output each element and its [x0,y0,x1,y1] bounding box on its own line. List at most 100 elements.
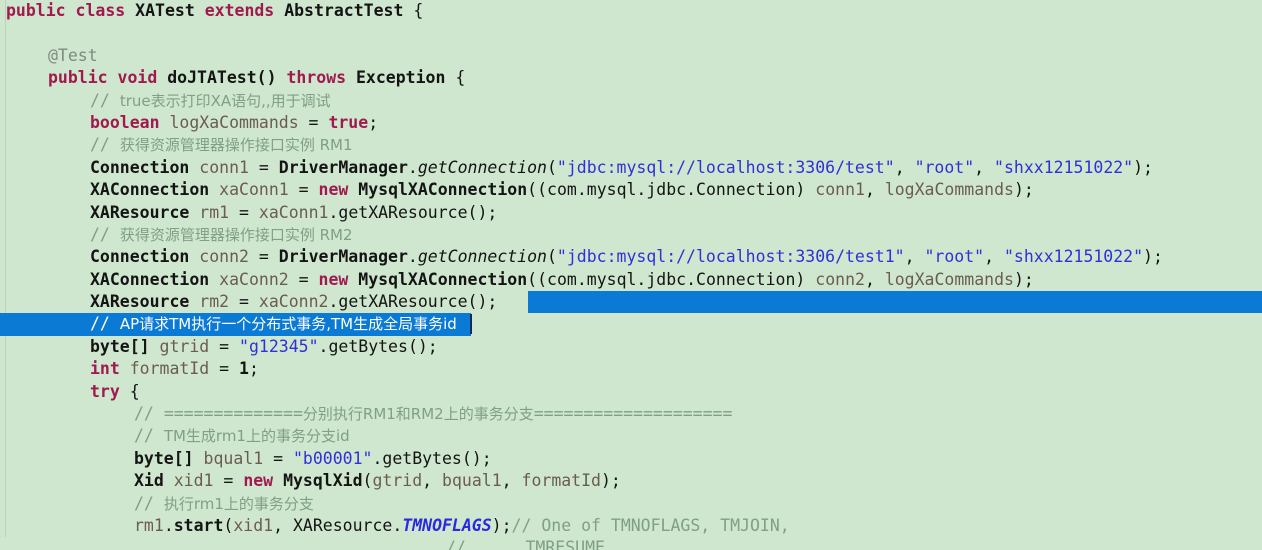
arg-bqual1: bqual1 [442,471,502,491]
code-line-5[interactable]: // true表示打印XA语句,,用于调试 [0,90,1262,112]
comment-text: true表示打印XA语句,,用于调试 [119,91,331,110]
code-line-7[interactable]: // 获得资源管理器操作接口实例 RM1 [0,134,1262,156]
class-drivermanager: DriverManager [278,247,408,267]
code-line-10[interactable]: XAResource rm1 = xaConn1.getXAResource()… [0,202,1262,224]
code-line-20[interactable]: // TM生成rm1上的事务分支id [0,425,1262,447]
type-xaconnection: XAConnection [90,180,210,200]
variable-rm1: rm1 [199,202,230,222]
variable-xaconn1: xaConn1 [219,180,289,200]
comment-text: 分别执行RM1和RM2上的事务分支 [302,405,534,424]
method-getconnection: getConnection [417,157,547,177]
open-brace: { [403,1,424,20]
code-line-18[interactable]: try { [0,381,1262,403]
code-line-2-blank[interactable] [0,22,1262,44]
code-line-6[interactable]: boolean logXaCommands = true; [0,112,1262,134]
arg-conn1: conn1 [815,180,865,200]
code-line-8[interactable]: Connection conn1 = DriverManager.getConn… [0,157,1262,179]
code-line-4[interactable]: public void doJTATest() throws Exception… [0,67,1262,89]
arg-gtrid: gtrid [372,471,423,491]
code-line-24[interactable]: rm1.start(xid1, XAResource.TMNOFLAGS);//… [0,515,1262,537]
code-line-11[interactable]: // 获得资源管理器操作接口实例 RM2 [0,224,1262,246]
code-line-12[interactable]: Connection conn2 = DriverManager.getConn… [0,246,1262,268]
string-jdbc-url: "jdbc:mysql://localhost:3306/test1" [556,247,905,267]
open-brace: { [119,381,140,401]
variable-conn1: conn1 [199,157,249,177]
text-caret [470,314,472,335]
type-xaresource: XAResource [90,202,190,222]
trailing-comment: // One of TMNOFLAGS, TMJOIN, [511,515,790,535]
comment-slashes: // [90,314,120,334]
string-password: "shxx12151022" [994,157,1134,177]
code-line-25-clipped[interactable]: // TMRESUME [0,537,1262,550]
type-xaresource: XAResource [90,292,190,312]
code-editor[interactable]: public class XATest extends AbstractTest… [0,0,1262,550]
type-xid: Xid [134,471,164,491]
comment-text: 执行rm1上的事务分支 [163,494,314,513]
class-name: XATest [135,1,195,20]
method-getxaresource: getXAResource [338,292,468,312]
variable-xaconn2: xaConn2 [219,269,289,289]
keyword-int: int [90,359,120,379]
comment-slashes: // [90,135,120,155]
code-line-13[interactable]: XAConnection xaConn2 = new MysqlXAConnec… [0,269,1262,291]
keyword-boolean: boolean [90,112,160,132]
code-line-16[interactable]: byte[] gtrid = "g12345".getBytes(); [0,336,1262,358]
string-jdbc-url: "jdbc:mysql://localhost:3306/test" [556,157,895,177]
variable-gtrid: gtrid [159,336,210,356]
comment-text: AP请求TM执行一个分布式事务,TM生成全局事务id [119,315,457,334]
keyword-new: new [318,269,349,289]
keyword-extends: extends [204,1,275,20]
keyword-void: void [117,68,158,88]
comment-slashes: // [134,404,164,424]
keyword-class: class [75,1,126,20]
comment-slashes: // [134,426,164,446]
code-line-9[interactable]: XAConnection xaConn1 = new MysqlXAConnec… [0,179,1262,201]
keyword-true: true [328,112,369,132]
type-connection: Connection [90,247,190,267]
class-mysqlxaconnection: MysqlXAConnection [358,269,528,289]
code-line-15-selected[interactable]: // AP请求TM执行一个分布式事务,TM生成全局事务id [0,313,1262,336]
string-password: "shxx12151022" [1003,247,1144,267]
annotation-test: @Test [48,45,98,65]
class-xaresource: XAResource [292,515,393,535]
comment-slashes: // [90,90,120,110]
arg-xid1: xid1 [233,515,274,535]
comment-text: 获得资源管理器操作接口实例 RM2 [119,225,353,244]
code-line-3[interactable]: @Test [0,45,1262,67]
arg-formatid: formatId [521,471,601,491]
selected-comment: // AP请求TM执行一个分布式事务,TM生成全局事务id [0,313,457,335]
variable-bqual1: bqual1 [203,448,264,468]
code-line-14[interactable]: XAResource rm2 = xaConn2.getXAResource()… [0,291,1262,314]
comment-divider-right: ==================== [533,404,733,424]
variable-formatid: formatId [129,359,210,379]
string-username: "root" [924,247,985,267]
class-drivermanager: DriverManager [278,157,408,177]
superclass-name: AbstractTest [284,1,404,20]
comment-slashes: // [134,493,164,513]
code-line-1[interactable]: public class XATest extends AbstractTest… [0,0,1262,22]
code-line-22[interactable]: Xid xid1 = new MysqlXid(gtrid, bqual1, f… [0,470,1262,492]
comment-divider-left: ============== [163,404,303,424]
comment-slashes: // [90,224,120,244]
cast-type: com.mysql.jdbc.Connection [547,180,796,200]
comment-text: TM生成rm1上的事务分支id [163,427,350,446]
string-username: "root" [914,157,975,177]
cast-type: com.mysql.jdbc.Connection [547,269,796,289]
variable-conn2: conn2 [199,247,249,267]
keyword-public: public [6,1,66,20]
method-getbytes: getBytes [382,448,462,468]
keyword-new: new [318,180,349,200]
code-content[interactable]: public class XATest extends AbstractTest… [0,0,1262,550]
open-brace: { [445,68,466,88]
code-line-21[interactable]: byte[] bqual1 = "b00001".getBytes(); [0,448,1262,470]
method-getxaresource: getXAResource [338,202,468,222]
type-xaconnection: XAConnection [90,269,210,289]
method-start: start [173,515,224,535]
code-line-23[interactable]: // 执行rm1上的事务分支 [0,493,1262,515]
code-line-17[interactable]: int formatId = 1; [0,358,1262,380]
variable-logxacommands: logXaCommands [169,112,299,132]
class-mysqlxaconnection: MysqlXAConnection [358,180,528,200]
string-b00001: "b00001" [292,448,373,468]
code-line-19[interactable]: // ==============分别执行RM1和RM2上的事务分支======… [0,403,1262,425]
constant-tmnoflags: TMNOFLAGS [402,515,492,535]
